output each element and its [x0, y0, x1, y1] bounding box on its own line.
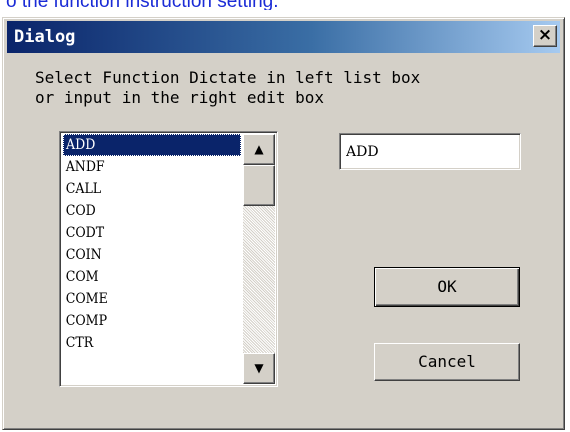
list-item[interactable]: COM [63, 266, 223, 288]
list-item-label: ANDF [65, 159, 105, 175]
list-item[interactable]: ANDF [63, 156, 223, 178]
list-item[interactable]: CALL [63, 178, 223, 200]
list-item[interactable]: COME [63, 288, 223, 310]
title-bar[interactable]: Dialog × [7, 21, 560, 53]
list-item-label: COME [65, 291, 108, 307]
list-item-label: COD [65, 203, 96, 219]
close-icon: × [537, 25, 553, 45]
list-item-label: COM [65, 269, 99, 285]
list-item-label: COMP [65, 313, 108, 329]
function-list: ADD ANDF CALL COD CODT COIN COM COME COMP CTR [63, 134, 241, 354]
function-list-box[interactable]: ADD ANDF CALL COD CODT COIN COM COME COMP CTR ▲ ▼ [59, 131, 278, 387]
list-item-label: COIN [65, 247, 102, 263]
ok-button[interactable]: OK [374, 267, 520, 307]
list-item[interactable]: COD [63, 200, 223, 222]
list-scrollbar[interactable]: ▲ ▼ [243, 134, 275, 384]
page-caption: o the function instruction setting. [0, 0, 570, 10]
dialog-title: Dialog [14, 27, 76, 47]
scroll-thumb[interactable] [243, 165, 275, 206]
list-item[interactable]: ADD [63, 134, 241, 156]
cancel-button[interactable]: Cancel [374, 343, 520, 381]
instruction-line-2: or input in the right edit box [35, 88, 324, 107]
list-item-label: ADD [66, 137, 96, 153]
arrow-up-icon: ▲ [254, 142, 264, 156]
list-item[interactable]: COMP [63, 310, 223, 332]
scroll-up-button[interactable]: ▲ [243, 134, 275, 165]
arrow-down-icon: ▼ [254, 361, 264, 375]
list-item[interactable]: CTR [63, 332, 223, 354]
instruction-line-1: Select Function Dictate in left list box [35, 68, 421, 87]
instruction-text: Select Function Dictate in left list box… [35, 68, 420, 108]
list-item-label: CTR [65, 335, 94, 351]
scroll-down-button[interactable]: ▼ [243, 353, 275, 384]
list-item-label: CALL [65, 181, 102, 197]
function-edit-box[interactable] [339, 133, 521, 170]
list-item[interactable]: CODT [63, 222, 223, 244]
list-item-label: CODT [65, 225, 105, 241]
close-button[interactable]: × [533, 25, 557, 47]
list-item[interactable]: COIN [63, 244, 223, 266]
